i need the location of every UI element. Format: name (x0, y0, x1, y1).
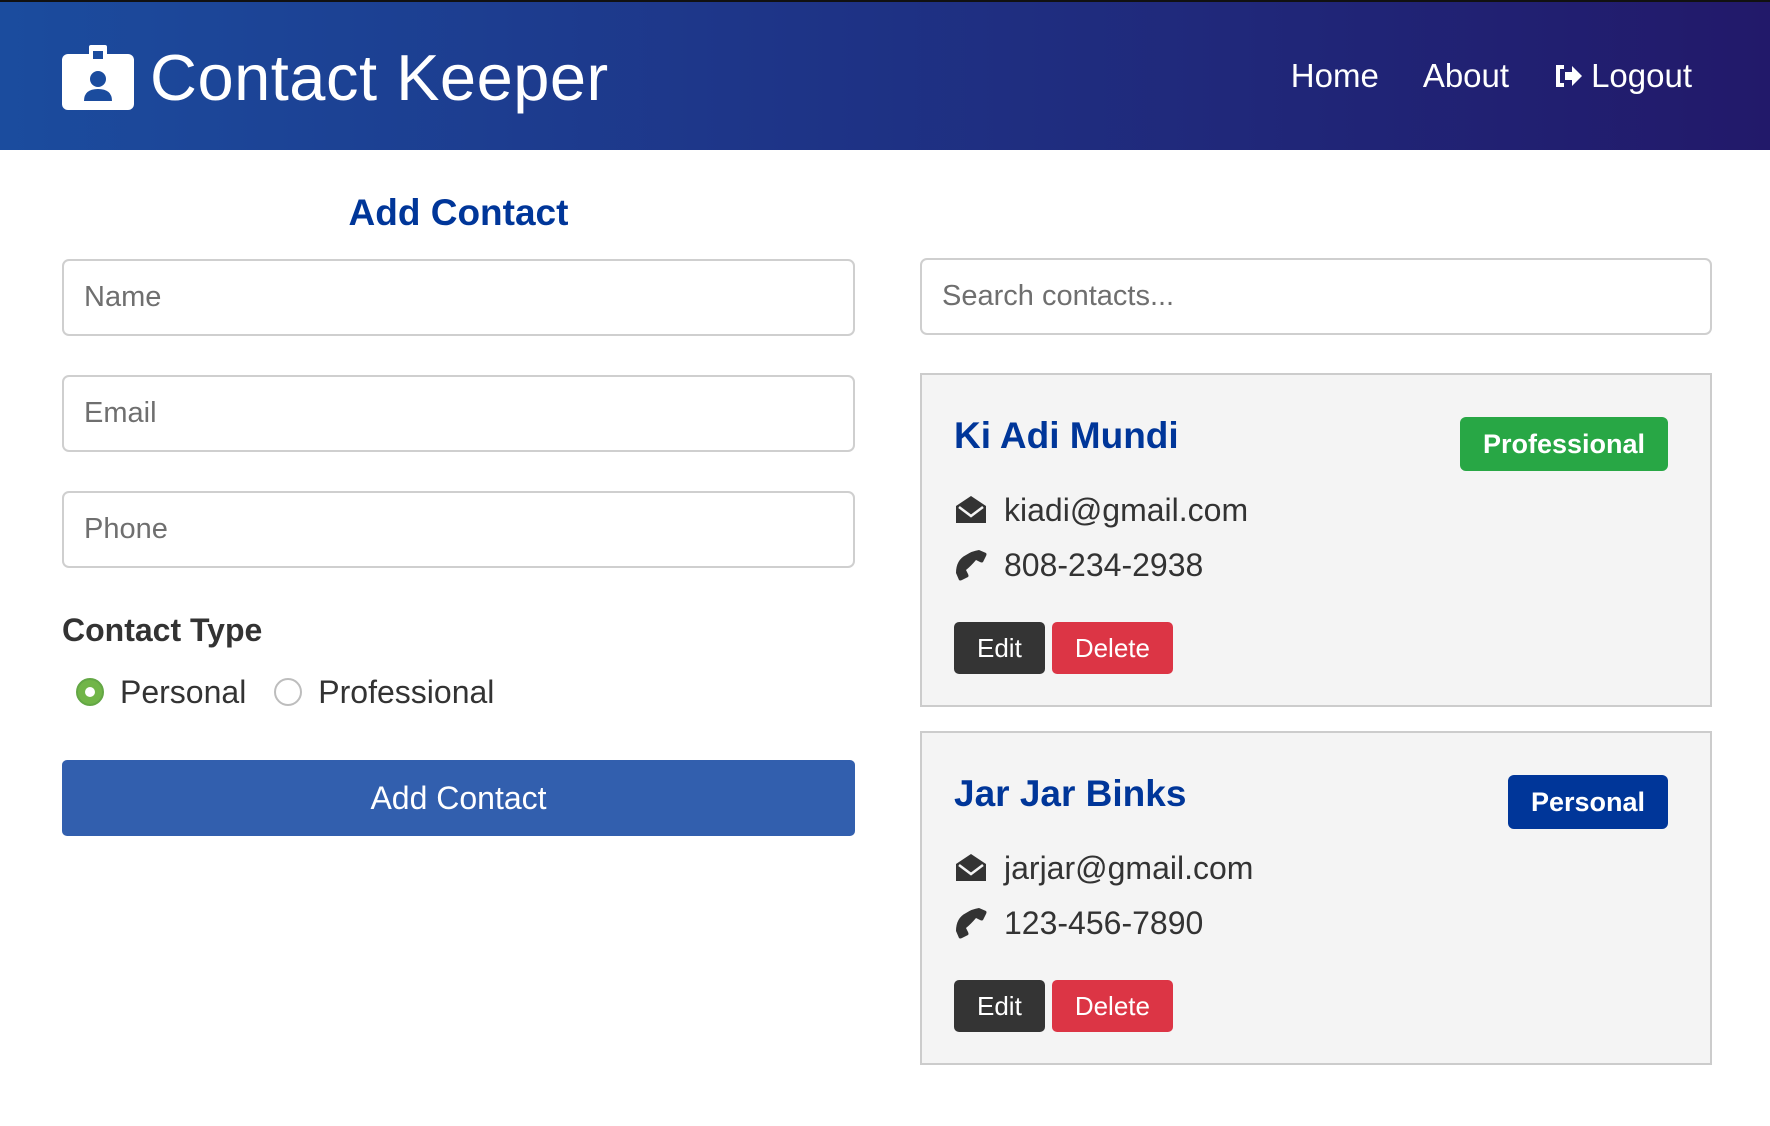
delete-button[interactable]: Delete (1051, 622, 1173, 674)
phone-icon (956, 908, 987, 939)
logout-label: Logout (1591, 57, 1692, 94)
radio-professional-label: Professional (318, 674, 495, 710)
contact-email: jarjar@gmail.com (1004, 850, 1254, 886)
id-badge-icon (62, 45, 134, 110)
radio-professional[interactable]: Professional (274, 672, 494, 712)
phone-icon (956, 550, 987, 581)
contact-type-radio-group: Personal Professional (76, 672, 522, 712)
contact-phone: 808-234-2938 (1004, 547, 1204, 583)
delete-button[interactable]: Delete (1051, 980, 1173, 1032)
email-input[interactable] (62, 375, 855, 452)
brand[interactable]: Contact Keeper (62, 40, 609, 115)
contact-name: Ki Adi Mundi (954, 415, 1179, 456)
contact-email-row: kiadi@gmail.com (954, 490, 1248, 530)
edit-button[interactable]: Edit (954, 980, 1045, 1032)
radio-personal[interactable]: Personal (76, 672, 246, 712)
edit-button[interactable]: Edit (954, 622, 1045, 674)
contact-phone-row: 808-234-2938 (954, 545, 1203, 585)
navbar: Contact Keeper Home About Logout (0, 0, 1770, 150)
card-actions: Edit Delete (954, 980, 1180, 1032)
contact-phone: 123-456-7890 (1004, 905, 1204, 941)
contact-card: Ki Adi Mundi Professional kiadi@gmail.co… (920, 373, 1712, 707)
form-title: Add Contact (348, 192, 569, 233)
phone-input[interactable] (62, 491, 855, 568)
radio-unchecked-icon[interactable] (274, 678, 303, 706)
contact-card: Jar Jar Binks Personal jarjar@gmail.com … (920, 731, 1712, 1065)
contact-name: Jar Jar Binks (954, 773, 1187, 814)
sign-out-icon (1556, 65, 1583, 87)
name-input[interactable] (62, 259, 855, 336)
envelope-open-icon (956, 496, 986, 523)
contact-email: kiadi@gmail.com (1004, 492, 1249, 528)
contact-email-row: jarjar@gmail.com (954, 848, 1253, 888)
nav-home-link[interactable]: Home (1291, 56, 1379, 96)
nav-about-link[interactable]: About (1423, 56, 1509, 96)
envelope-open-icon (956, 854, 986, 881)
contact-type-label: Contact Type (62, 612, 263, 648)
contact-type-badge: Professional (1459, 417, 1668, 471)
card-actions: Edit Delete (954, 622, 1180, 674)
contact-phone-row: 123-456-7890 (954, 903, 1203, 943)
add-contact-button[interactable]: Add Contact (62, 760, 855, 836)
radio-personal-label: Personal (120, 674, 247, 710)
radio-checked-icon[interactable] (76, 678, 104, 706)
nav-logout-link[interactable]: Logout (1553, 56, 1692, 96)
search-input[interactable] (920, 258, 1712, 335)
contact-type-badge: Personal (1507, 775, 1668, 829)
app-title: Contact Keeper (150, 41, 609, 114)
nav-links: Home About Logout (1247, 56, 1692, 96)
